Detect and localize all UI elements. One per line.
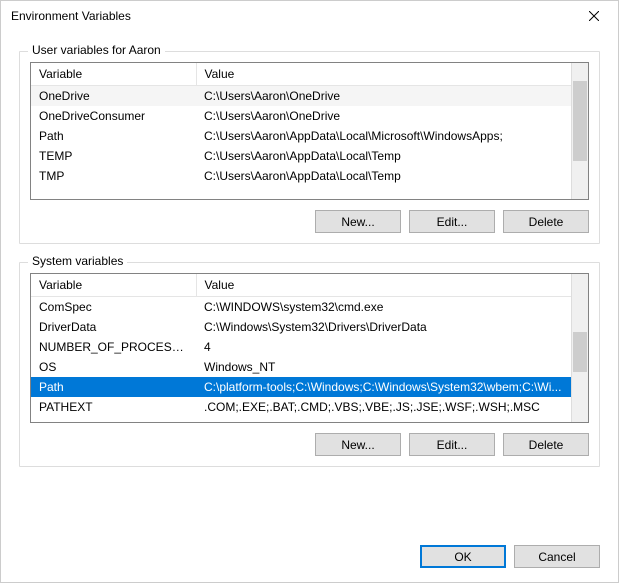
var-name: ComSpec xyxy=(31,297,196,318)
var-name: NUMBER_OF_PROCESSORS xyxy=(31,337,196,357)
table-row[interactable]: NUMBER_OF_PROCESSORS 4 xyxy=(31,337,571,357)
table-row[interactable]: DriverData C:\Windows\System32\Drivers\D… xyxy=(31,317,571,337)
var-name: Path xyxy=(31,377,196,397)
table-row[interactable]: OneDrive C:\Users\Aaron\OneDrive xyxy=(31,86,571,107)
user-delete-button[interactable]: Delete xyxy=(503,210,589,233)
window-title: Environment Variables xyxy=(11,9,571,23)
table-row[interactable]: ComSpec C:\WINDOWS\system32\cmd.exe xyxy=(31,297,571,318)
var-value: C:\Users\Aaron\OneDrive xyxy=(196,106,571,126)
var-value: AMD64 xyxy=(196,417,571,422)
table-row[interactable]: TEMP C:\Users\Aaron\AppData\Local\Temp xyxy=(31,146,571,166)
table-row[interactable]: OneDriveConsumer C:\Users\Aaron\OneDrive xyxy=(31,106,571,126)
sys-vertical-scrollbar[interactable] xyxy=(571,274,588,422)
close-button[interactable] xyxy=(571,2,616,30)
sys-col-header-value[interactable]: Value xyxy=(196,274,571,297)
sys-delete-button[interactable]: Delete xyxy=(503,433,589,456)
var-value: C:\Users\Aaron\AppData\Local\Temp xyxy=(196,146,571,166)
var-name: DriverData xyxy=(31,317,196,337)
var-value: C:\Users\Aaron\AppData\Local\Temp xyxy=(196,166,571,186)
user-col-header-variable[interactable]: Variable xyxy=(31,63,196,86)
var-name: PROCESSOR_ARCHITECTURE xyxy=(31,417,196,422)
ok-button[interactable]: OK xyxy=(420,545,506,568)
system-variables-table[interactable]: Variable Value ComSpec C:\WINDOWS\system… xyxy=(31,274,571,422)
user-new-button[interactable]: New... xyxy=(315,210,401,233)
user-variables-table[interactable]: Variable Value OneDrive C:\Users\Aaron\O… xyxy=(31,63,571,186)
content-area: User variables for Aaron Variable Value xyxy=(1,31,618,539)
user-variables-legend: User variables for Aaron xyxy=(28,43,165,57)
table-row[interactable]: PROCESSOR_ARCHITECTURE AMD64 xyxy=(31,417,571,422)
scrollbar-thumb[interactable] xyxy=(573,332,587,372)
var-name: TEMP xyxy=(31,146,196,166)
user-col-header-value[interactable]: Value xyxy=(196,63,571,86)
var-name: Path xyxy=(31,126,196,146)
table-row[interactable]: PATHEXT .COM;.EXE;.BAT;.CMD;.VBS;.VBE;.J… xyxy=(31,397,571,417)
user-vertical-scrollbar[interactable] xyxy=(571,63,588,199)
user-edit-button[interactable]: Edit... xyxy=(409,210,495,233)
user-variables-table-wrap: Variable Value OneDrive C:\Users\Aaron\O… xyxy=(30,62,589,200)
var-name: PATHEXT xyxy=(31,397,196,417)
table-row[interactable]: TMP C:\Users\Aaron\AppData\Local\Temp xyxy=(31,166,571,186)
close-icon xyxy=(589,11,599,21)
var-value: C:\Users\Aaron\OneDrive xyxy=(196,86,571,107)
var-value: C:\Users\Aaron\AppData\Local\Microsoft\W… xyxy=(196,126,571,146)
table-row[interactable]: Path C:\Users\Aaron\AppData\Local\Micros… xyxy=(31,126,571,146)
user-variables-group: User variables for Aaron Variable Value xyxy=(19,51,600,244)
titlebar: Environment Variables xyxy=(1,1,618,31)
sys-edit-button[interactable]: Edit... xyxy=(409,433,495,456)
system-variables-legend: System variables xyxy=(28,254,127,268)
var-name: OS xyxy=(31,357,196,377)
var-value: C:\platform-tools;C:\Windows;C:\Windows\… xyxy=(196,377,571,397)
dialog-button-row: OK Cancel xyxy=(1,539,618,582)
user-button-row: New... Edit... Delete xyxy=(30,210,589,233)
scrollbar-thumb[interactable] xyxy=(573,81,587,161)
var-value: .COM;.EXE;.BAT;.CMD;.VBS;.VBE;.JS;.JSE;.… xyxy=(196,397,571,417)
var-name: OneDriveConsumer xyxy=(31,106,196,126)
sys-new-button[interactable]: New... xyxy=(315,433,401,456)
var-value: C:\WINDOWS\system32\cmd.exe xyxy=(196,297,571,318)
cancel-button[interactable]: Cancel xyxy=(514,545,600,568)
sys-col-header-variable[interactable]: Variable xyxy=(31,274,196,297)
var-name: TMP xyxy=(31,166,196,186)
environment-variables-dialog: Environment Variables User variables for… xyxy=(0,0,619,583)
var-name: OneDrive xyxy=(31,86,196,107)
table-row[interactable]: OS Windows_NT xyxy=(31,357,571,377)
var-value: 4 xyxy=(196,337,571,357)
var-value: C:\Windows\System32\Drivers\DriverData xyxy=(196,317,571,337)
sys-button-row: New... Edit... Delete xyxy=(30,433,589,456)
system-variables-group: System variables Variable Value xyxy=(19,262,600,467)
table-row[interactable]: Path C:\platform-tools;C:\Windows;C:\Win… xyxy=(31,377,571,397)
system-variables-table-wrap: Variable Value ComSpec C:\WINDOWS\system… xyxy=(30,273,589,423)
var-value: Windows_NT xyxy=(196,357,571,377)
